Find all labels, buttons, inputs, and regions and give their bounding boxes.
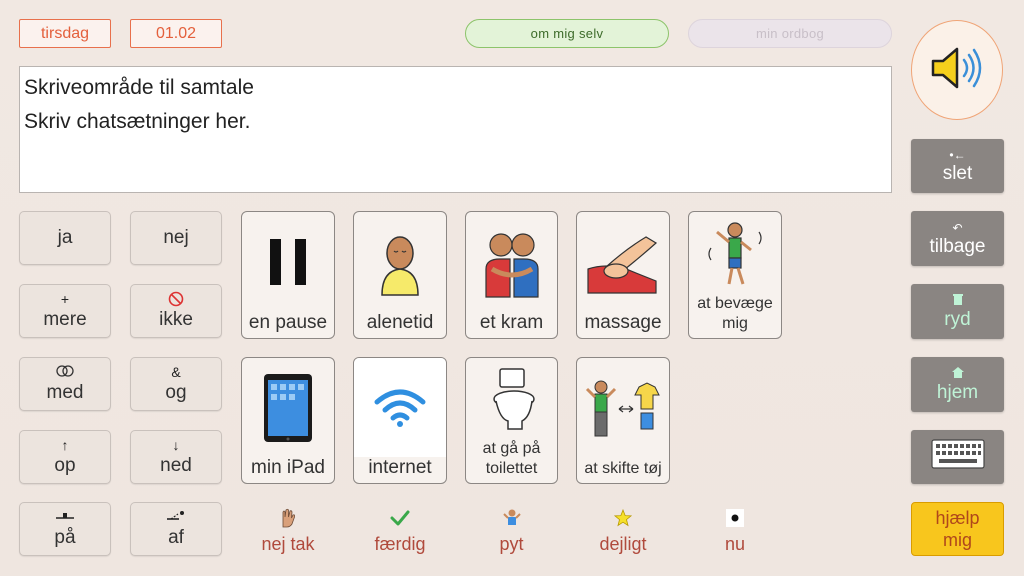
help-label-line2: mig bbox=[942, 530, 972, 550]
card-label: at skifte tøj bbox=[584, 460, 662, 477]
pause-icon bbox=[242, 212, 334, 312]
word-button-nej[interactable]: nej bbox=[130, 211, 222, 265]
date-field[interactable]: 01.02 bbox=[130, 19, 222, 48]
word-button-mere[interactable]: + mere bbox=[19, 284, 111, 338]
card-et-kram[interactable]: et kram bbox=[465, 211, 558, 339]
card-label: min iPad bbox=[251, 457, 325, 478]
card-alenetid[interactable]: alenetid bbox=[353, 211, 447, 339]
word-label: ikke bbox=[159, 309, 193, 330]
word-button-ja[interactable]: ja bbox=[19, 211, 111, 265]
quick-word-nu[interactable]: nu bbox=[688, 506, 782, 555]
change-clothes-icon bbox=[577, 358, 669, 459]
word-label: og bbox=[165, 382, 187, 403]
card-at-skifte-toej[interactable]: at skifte tøj bbox=[576, 357, 670, 484]
word-label: mere bbox=[43, 309, 87, 330]
card-massage[interactable]: massage bbox=[576, 211, 670, 339]
keyboard-icon bbox=[930, 439, 985, 475]
toilet-icon bbox=[466, 358, 557, 439]
word-button-ned[interactable]: ↓ ned bbox=[130, 430, 222, 484]
card-label: at gå på toilettet bbox=[482, 440, 541, 477]
day-field[interactable]: tirsdag bbox=[19, 19, 111, 48]
card-min-ipad[interactable]: min iPad bbox=[241, 357, 335, 484]
back-label: tilbage bbox=[929, 235, 986, 257]
on-surface-icon bbox=[54, 509, 76, 527]
wifi-icon bbox=[354, 358, 446, 457]
rings-icon bbox=[55, 364, 75, 382]
plus-icon: + bbox=[60, 291, 70, 307]
help-label-line1: hjælp bbox=[935, 508, 980, 528]
delete-button[interactable]: •← slet bbox=[911, 139, 1004, 193]
about-me-button[interactable]: om mig selv bbox=[465, 19, 669, 48]
shrug-person-icon bbox=[502, 506, 521, 530]
undo-arrow-icon: ↶ bbox=[952, 220, 963, 235]
delete-label: slet bbox=[942, 163, 973, 184]
writing-line-1: Skriveområde til samtale bbox=[24, 76, 254, 99]
arrow-up-icon: ↑ bbox=[61, 437, 69, 453]
word-button-af[interactable]: af bbox=[130, 502, 222, 556]
keyboard-button[interactable] bbox=[911, 430, 1004, 484]
word-button-med[interactable]: med bbox=[19, 357, 111, 411]
speaker-icon bbox=[927, 43, 987, 98]
card-en-pause[interactable]: en pause bbox=[241, 211, 335, 339]
word-button-op[interactable]: ↑ op bbox=[19, 430, 111, 484]
home-icon bbox=[951, 366, 965, 382]
quick-word-dejligt[interactable]: dejligt bbox=[576, 506, 670, 555]
home-label: hjem bbox=[936, 381, 979, 403]
writing-line-2: Skriv chatsætninger her. bbox=[24, 110, 251, 133]
card-at-bevaege-mig[interactable]: at bevæge mig bbox=[688, 211, 782, 339]
word-label: af bbox=[168, 527, 184, 548]
ipad-icon bbox=[242, 358, 334, 457]
star-icon bbox=[614, 506, 632, 530]
word-button-ikke[interactable]: ikke bbox=[130, 284, 222, 338]
word-label: ja bbox=[57, 227, 73, 248]
prohibited-icon bbox=[168, 291, 184, 309]
quick-word-label: pyt bbox=[499, 534, 524, 554]
card-at-gaa-paa-toilettet[interactable]: at gå på toilettet bbox=[465, 357, 558, 484]
quick-word-label: dejligt bbox=[599, 534, 647, 554]
card-label: internet bbox=[368, 457, 432, 478]
word-label: på bbox=[54, 527, 76, 548]
speak-button[interactable] bbox=[911, 20, 1003, 120]
massage-icon bbox=[577, 212, 669, 312]
word-label: op bbox=[54, 455, 76, 476]
dictionary-button[interactable]: min ordbog bbox=[688, 19, 892, 48]
quick-word-faerdig[interactable]: færdig bbox=[353, 506, 447, 555]
quick-word-pyt[interactable]: pyt bbox=[465, 506, 558, 555]
backspace-arrow-icon: •← bbox=[949, 148, 966, 162]
word-button-paa[interactable]: på bbox=[19, 502, 111, 556]
word-label: med bbox=[46, 382, 84, 403]
word-button-og[interactable]: & og bbox=[130, 357, 222, 411]
quick-word-label: nej tak bbox=[261, 534, 315, 554]
card-label: massage bbox=[584, 312, 662, 333]
hug-icon bbox=[466, 212, 557, 312]
quick-word-label: nu bbox=[724, 534, 746, 554]
quick-word-label: færdig bbox=[374, 534, 426, 554]
trash-icon bbox=[952, 293, 964, 309]
home-button[interactable]: hjem bbox=[911, 357, 1004, 412]
quick-word-nej-tak[interactable]: nej tak bbox=[241, 506, 335, 555]
chat-writing-area[interactable]: Skriveområde til samtale Skriv chatsætni… bbox=[19, 66, 892, 193]
card-internet[interactable]: internet bbox=[353, 357, 447, 484]
card-label: en pause bbox=[248, 312, 328, 333]
clear-label: ryd bbox=[944, 308, 971, 330]
person-moving-icon bbox=[689, 212, 781, 294]
checkmark-icon bbox=[390, 506, 410, 530]
card-label: et kram bbox=[479, 312, 544, 333]
hand-stop-icon bbox=[279, 506, 297, 530]
dot-icon bbox=[725, 506, 745, 530]
person-alone-icon bbox=[354, 212, 446, 312]
ampersand-icon: & bbox=[171, 364, 181, 380]
off-surface-icon bbox=[165, 509, 187, 527]
word-label: nej bbox=[163, 227, 189, 248]
clear-button[interactable]: ryd bbox=[911, 284, 1004, 339]
word-label: ned bbox=[160, 455, 192, 476]
arrow-down-icon: ↓ bbox=[172, 437, 180, 453]
card-label: alenetid bbox=[366, 312, 434, 333]
card-label: at bevæge mig bbox=[697, 295, 773, 332]
help-me-button[interactable]: hjælp mig bbox=[911, 502, 1004, 556]
back-button[interactable]: ↶ tilbage bbox=[911, 211, 1004, 266]
